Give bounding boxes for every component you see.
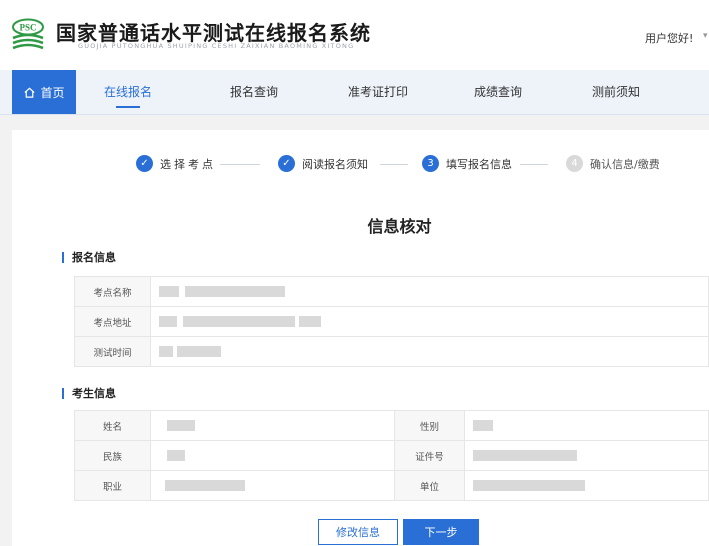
field-value-redacted bbox=[150, 336, 709, 367]
registration-info-table: 考点名称 考点地址 测试时间 bbox=[74, 276, 709, 367]
field-value-redacted bbox=[464, 440, 709, 471]
field-value-redacted bbox=[150, 306, 709, 337]
table-row: 考点名称 bbox=[74, 276, 709, 307]
step-4-number: 4 bbox=[566, 155, 583, 172]
psc-logo: PSC bbox=[12, 18, 44, 50]
nav-item-test-notice[interactable]: 测前须知 bbox=[580, 70, 652, 114]
nav-home-button[interactable]: 首页 bbox=[12, 70, 76, 114]
field-value-redacted bbox=[150, 470, 395, 501]
field-value-redacted bbox=[464, 470, 709, 501]
step-2-check-icon: ✓ bbox=[278, 155, 295, 172]
field-label: 证件号 bbox=[394, 440, 465, 471]
step-3-label: 填写报名信息 bbox=[446, 158, 512, 171]
next-step-button[interactable]: 下一步 bbox=[403, 519, 479, 545]
field-label: 单位 bbox=[394, 470, 465, 501]
logo-text: PSC bbox=[19, 23, 36, 33]
field-label: 测试时间 bbox=[74, 336, 151, 367]
page-title-text: 信息核对 bbox=[367, 217, 432, 236]
nav-item-registration-query[interactable]: 报名查询 bbox=[218, 70, 290, 114]
user-greeting[interactable]: 用户您好! bbox=[645, 30, 693, 46]
site-subtitle: GUOJIA PUTONGHUA SHUIPING CESHI ZAIXIAN … bbox=[78, 42, 355, 50]
home-icon bbox=[24, 87, 36, 98]
step-connector bbox=[520, 164, 548, 165]
section-title-registration: 报名信息 bbox=[62, 252, 116, 263]
user-menu-caret-icon[interactable]: ▾ bbox=[703, 31, 708, 41]
nav-item-admission-ticket-print[interactable]: 准考证打印 bbox=[338, 70, 418, 114]
step-connector bbox=[220, 164, 260, 165]
nav-home-label: 首页 bbox=[40, 85, 65, 100]
field-label: 民族 bbox=[74, 440, 151, 471]
section-title-candidate: 考生信息 bbox=[62, 388, 116, 399]
page-title: 信息核对 bbox=[0, 213, 709, 237]
edit-info-button[interactable]: 修改信息 bbox=[318, 519, 398, 545]
table-row: 考点地址 bbox=[74, 306, 709, 337]
step-4-label: 确认信息/缴费 bbox=[590, 158, 660, 171]
field-value-redacted bbox=[150, 276, 709, 307]
field-value-redacted bbox=[150, 410, 395, 441]
step-1-check-icon: ✓ bbox=[136, 155, 153, 172]
step-1-label: 选择考点 bbox=[160, 158, 216, 171]
nav-active-indicator bbox=[116, 106, 140, 108]
table-row: 姓名 性别 bbox=[74, 410, 709, 441]
field-label: 考点名称 bbox=[74, 276, 151, 307]
table-row: 职业 单位 bbox=[74, 470, 709, 501]
table-row: 测试时间 bbox=[74, 336, 709, 367]
candidate-info-table: 姓名 性别 民族 证件号 职业 单位 bbox=[74, 410, 709, 501]
step-3-number: 3 bbox=[422, 155, 439, 172]
table-row: 民族 证件号 bbox=[74, 440, 709, 471]
field-value-redacted bbox=[150, 440, 395, 471]
step-connector bbox=[380, 164, 408, 165]
nav-item-score-query[interactable]: 成绩查询 bbox=[462, 70, 534, 114]
field-value-redacted bbox=[464, 410, 709, 441]
field-label: 姓名 bbox=[74, 410, 151, 441]
field-label: 性别 bbox=[394, 410, 465, 441]
field-label: 职业 bbox=[74, 470, 151, 501]
step-2-label: 阅读报名须知 bbox=[302, 158, 368, 171]
field-label: 考点地址 bbox=[74, 306, 151, 337]
